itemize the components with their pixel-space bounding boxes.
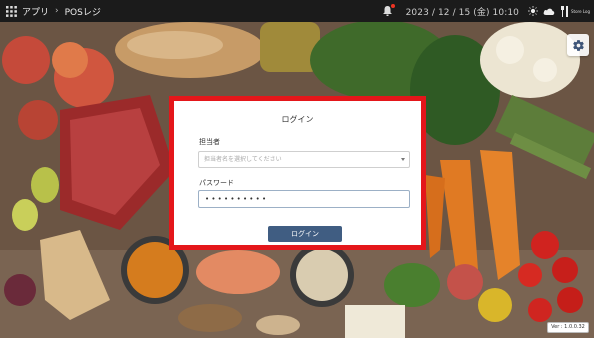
settings-button[interactable] [567,34,589,56]
login-dialog-title: ログイン [281,115,314,124]
fork-knife-icon [561,5,568,17]
staff-select[interactable]: 担当者名を選択してください [198,151,410,168]
breadcrumb-apps[interactable]: アプリ [22,5,49,18]
breadcrumb-current-screen: POSレジ [64,7,101,18]
store-logo-label: Store Log [571,8,590,14]
login-button[interactable]: ログイン [268,226,342,242]
store-logo[interactable]: Store Log [561,5,590,17]
notification-dot [390,4,395,8]
chevron-right-icon: › [55,6,59,16]
login-dialog: ログイン 担当者 担当者名を選択してください パスワード •••••••••• … [169,96,426,250]
date-time: 2023 / 12 / 15 (金) 10:10 [405,7,519,18]
gear-icon [572,39,584,51]
staff-label: 担当者 [199,138,220,146]
version-badge: Ver : 1.0.0.32 [547,322,589,333]
weather-cloud-icon [543,8,555,15]
notification-bell-icon[interactable] [382,4,395,16]
caret-down-icon [401,158,405,161]
weather-sun-icon [528,6,538,16]
top-bar: アプリ › POSレジ 2023 / 12 / 15 (金) 10:10 Sto… [0,0,594,22]
password-label: パスワード [199,179,234,187]
apps-grid-icon[interactable] [6,5,17,17]
staff-select-placeholder: 担当者名を選択してください [204,156,282,163]
password-field[interactable]: •••••••••• [198,190,410,208]
